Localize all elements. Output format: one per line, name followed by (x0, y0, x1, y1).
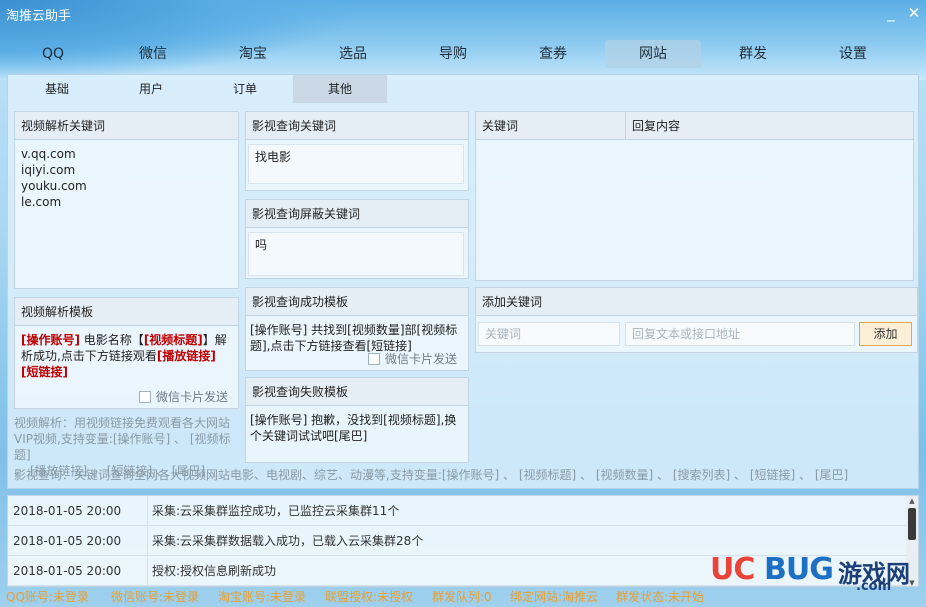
status-bar: QQ账号:未登录 微信账号:未登录 淘宝账号:未登录 联盟授权:未授权 群发队列… (0, 588, 926, 607)
main-tab-bar: QQ 微信 淘宝 选品 导购 查券 网站 群发 设置 (0, 40, 926, 68)
video-template-box: 视频解析模板 [操作账号] 电影名称【[视频标题]】解析成功,点击下方链接观看[… (14, 297, 239, 409)
movie-block-header: 影视查询屏蔽关键词 (246, 200, 468, 228)
video-keyword-item: iqiyi.com (21, 163, 76, 177)
checkbox-icon (139, 391, 151, 403)
status-mass-send: 群发状态:未开始 (616, 590, 705, 604)
video-wechat-card-checkbox[interactable]: 微信卡片发送 (139, 388, 228, 405)
video-keywords-header: 视频解析关键词 (15, 112, 238, 140)
tab-settings[interactable]: 设置 (805, 40, 901, 68)
log-message: 采集:云采集群监控成功，已监控云采集群11个 (152, 504, 400, 518)
checkbox-label: 微信卡片发送 (385, 352, 458, 366)
fail-line: [操作账号] 抱歉，没找到[视频标题],换 (250, 413, 457, 427)
reply-input[interactable]: 回复文本或接口地址 (625, 322, 855, 346)
tab-qq[interactable]: QQ (5, 40, 101, 68)
success-line: [操作账号] 共找到[视频数量]部[视频标 (250, 323, 458, 337)
watermark-logo: UC BUG 游戏网 .com (710, 552, 920, 594)
minimize-icon[interactable]: _ (882, 4, 900, 22)
status-bound-site: 绑定网站:淘推云 (510, 590, 599, 604)
movie-fail-input[interactable]: [操作账号] 抱歉，没找到[视频标题],换 个关键词试试吧[尾巴] (246, 406, 468, 450)
video-keyword-item: v.qq.com (21, 147, 76, 161)
add-button[interactable]: 添加 (859, 322, 912, 346)
movie-fail-header: 影视查询失败模板 (246, 378, 468, 406)
status-union-auth: 联盟授权:未授权 (325, 590, 414, 604)
reply-table-header: 关键词 回复内容 (476, 112, 913, 140)
scroll-up-icon[interactable]: ▲ (906, 496, 918, 506)
col-keyword[interactable]: 关键词 (482, 112, 518, 140)
template-var-title: [视频标题] (143, 333, 203, 347)
close-icon[interactable]: ✕ (905, 4, 923, 22)
movie-block-box: 影视查询屏蔽关键词 吗 (245, 199, 469, 279)
movie-block-input[interactable]: 吗 (248, 232, 464, 276)
video-keywords-box: 视频解析关键词 v.qq.com iqiyi.com youku.com le.… (14, 111, 239, 289)
tab-selection[interactable]: 选品 (305, 40, 401, 68)
status-wechat: 微信账号:未登录 (111, 590, 200, 604)
template-var-play-link: [播放链接] (156, 349, 216, 363)
movie-keyword-input[interactable]: 找电影 (248, 144, 464, 184)
movie-hint: 影视查询：关键词查询全网各大视频网站电影、电视剧、综艺、动漫等,支持变量:[操作… (14, 468, 849, 482)
subtab-orders[interactable]: 订单 (198, 75, 292, 103)
log-message: 采集:云采集群数据载入成功，已载入云采集群28个 (152, 534, 424, 548)
video-template-input[interactable]: [操作账号] 电影名称【[视频标题]】解析成功,点击下方链接观看[播放链接] [… (15, 326, 238, 386)
hint-line: 视频解析：用视频链接免费观看各大网站 (14, 416, 231, 430)
subtab-basic[interactable]: 基础 (10, 75, 104, 103)
keyword-input[interactable]: 关键词 (478, 322, 620, 346)
subtab-users[interactable]: 用户 (104, 75, 198, 103)
fail-line: 个关键词试试吧[尾巴] (250, 429, 368, 443)
scroll-thumb[interactable] (908, 508, 916, 540)
movie-keyword-header: 影视查询关键词 (246, 112, 468, 140)
tab-mass-send[interactable]: 群发 (705, 40, 801, 68)
movie-wechat-card-checkbox[interactable]: 微信卡片发送 (368, 350, 457, 367)
subtab-other[interactable]: 其他 (293, 75, 387, 103)
tab-website[interactable]: 网站 (605, 40, 701, 68)
col-reply[interactable]: 回复内容 (632, 112, 680, 140)
movie-fail-box: 影视查询失败模板 [操作账号] 抱歉，没找到[视频标题],换 个关键词试试吧[尾… (245, 377, 469, 463)
movie-success-header: 影视查询成功模板 (246, 288, 468, 316)
video-keyword-item: le.com (21, 195, 62, 209)
checkbox-icon (368, 353, 380, 365)
log-time: 2018-01-05 20:00 (8, 496, 148, 526)
hint-line: VIP视频,支持变量:[操作账号] 、 [视频标题] (14, 432, 231, 462)
status-taobao: 淘宝账号:未登录 (218, 590, 307, 604)
video-template-header: 视频解析模板 (15, 298, 238, 326)
log-message: 授权:授权信息刷新成功 (152, 564, 277, 578)
checkbox-label: 微信卡片发送 (156, 390, 229, 404)
table-row: 2018-01-05 20:00 采集:云采集群监控成功，已监控云采集群11个 (8, 496, 906, 526)
tab-guide[interactable]: 导购 (405, 40, 501, 68)
add-keyword-header: 添加关键词 (476, 288, 917, 316)
add-keyword-box: 添加关键词 关键词 回复文本或接口地址 添加 (475, 287, 918, 353)
video-keyword-item: youku.com (21, 179, 87, 193)
template-var-short-link: [短链接] (21, 365, 68, 379)
movie-success-box: 影视查询成功模板 [操作账号] 共找到[视频数量]部[视频标 题],点击下方链接… (245, 287, 469, 371)
log-time: 2018-01-05 20:00 (8, 556, 148, 586)
movie-keyword-box: 影视查询关键词 找电影 (245, 111, 469, 191)
tab-coupon[interactable]: 查券 (505, 40, 601, 68)
status-queue: 群发队列:0 (432, 590, 492, 604)
watermark-bug: BUG (764, 552, 834, 587)
tab-taobao[interactable]: 淘宝 (205, 40, 301, 68)
content-panel: 基础 用户 订单 其他 视频解析关键词 v.qq.com iqiyi.com y… (7, 74, 919, 489)
log-time: 2018-01-05 20:00 (8, 526, 148, 556)
template-var-account: [操作账号] (21, 333, 80, 347)
tab-wechat[interactable]: 微信 (105, 40, 201, 68)
template-text: 电影名称【 (79, 333, 144, 347)
watermark-uc: UC (710, 552, 755, 587)
reply-table: 关键词 回复内容 (475, 111, 914, 281)
window-title: 淘推云助手 (6, 9, 72, 24)
video-keywords-input[interactable]: v.qq.com iqiyi.com youku.com le.com (15, 140, 238, 216)
col-divider (625, 112, 626, 140)
status-qq: QQ账号:未登录 (6, 590, 89, 604)
